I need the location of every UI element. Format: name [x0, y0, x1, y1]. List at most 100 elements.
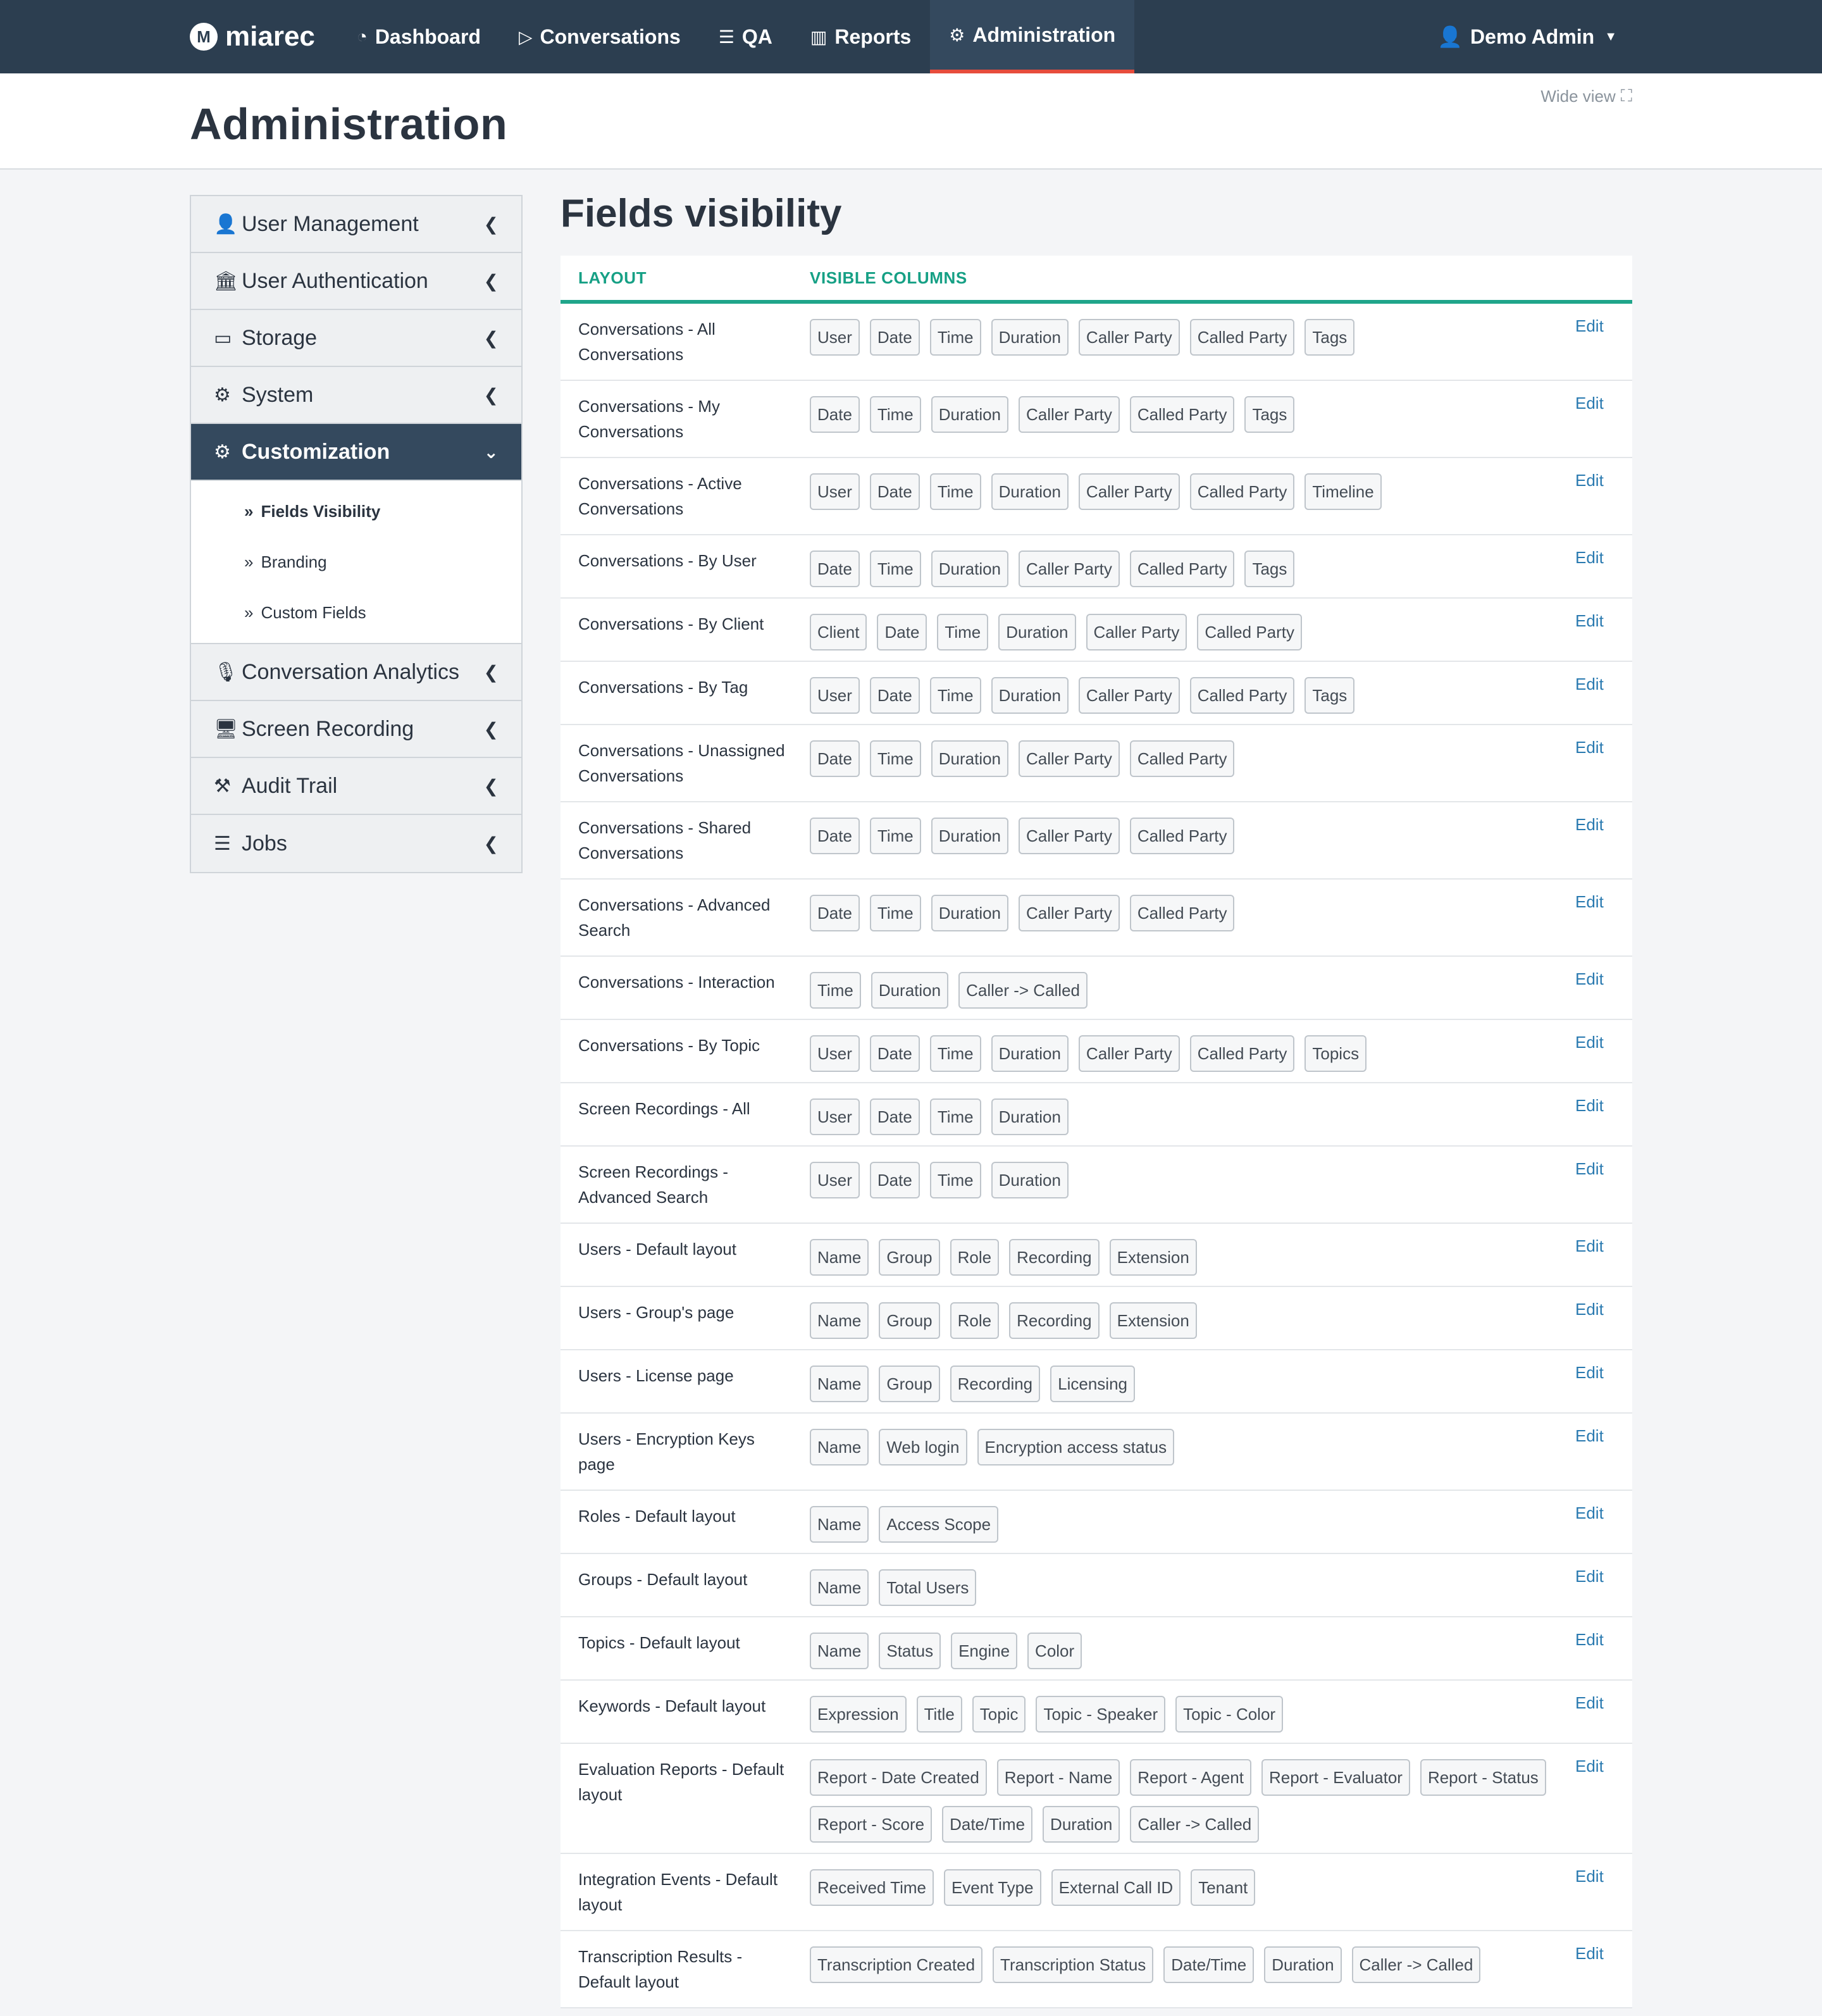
- edit-link[interactable]: Edit: [1575, 725, 1632, 801]
- visible-columns: Name Group Role Recording Extension: [810, 1224, 1575, 1286]
- visible-columns: Client Date Time Duration Caller Party Called…: [810, 599, 1575, 661]
- nav-dashboard[interactable]: ◔ Dashboard: [338, 0, 500, 73]
- edit-link[interactable]: Edit: [1575, 1681, 1632, 1743]
- submenu-branding[interactable]: » Branding: [191, 537, 521, 587]
- user-menu[interactable]: 👤 Demo Admin ▼: [1437, 0, 1632, 73]
- edit-link[interactable]: Edit: [1575, 662, 1632, 724]
- column-tag: Expression: [810, 1696, 907, 1733]
- layout-name: Topics - Default layout: [578, 1633, 740, 1652]
- edit-link[interactable]: Edit: [1575, 599, 1632, 661]
- submenu-label: Custom Fields: [261, 602, 366, 622]
- section-title: Fields visibility: [561, 192, 842, 235]
- edit-link[interactable]: Edit: [1575, 1854, 1632, 1930]
- edit-link[interactable]: Edit: [1575, 535, 1632, 597]
- visible-columns: Date Time Duration Caller Party Called Party: [810, 802, 1575, 878]
- table-row: Conversations - By Topic User Date Time Dura…: [561, 1020, 1632, 1083]
- sidebar-item-label: User Management: [242, 211, 419, 236]
- edit-link[interactable]: Edit: [1575, 1554, 1632, 1616]
- chevron-left-icon: ❮: [483, 662, 499, 682]
- chevron-down-icon: ⌄: [483, 442, 499, 462]
- column-tag: Time: [929, 1098, 981, 1135]
- monitor-icon: 🖥: [214, 718, 239, 740]
- brand-logo[interactable]: M miarec: [190, 0, 315, 73]
- nav-administration[interactable]: ⚙ Administration: [930, 0, 1135, 73]
- visible-columns: Transcription Created Transcription Statu…: [810, 1931, 1575, 2007]
- expand-icon: ⛶: [1620, 86, 1632, 105]
- edit-link[interactable]: Edit: [1575, 1287, 1632, 1349]
- edit-link[interactable]: Edit: [1575, 1414, 1632, 1490]
- layout-name: Conversations - All Conversations: [578, 320, 716, 364]
- layout-name: Groups - Default layout: [578, 1570, 748, 1589]
- column-tag: User: [810, 319, 860, 356]
- edit-link[interactable]: Edit: [1575, 1224, 1632, 1286]
- submenu-custom-fields[interactable]: » Custom Fields: [191, 587, 521, 638]
- sidebar-item-screen-recording[interactable]: 🖥 Screen Recording ❮: [191, 701, 521, 758]
- column-tag: Name: [810, 1239, 869, 1276]
- column-tag: Date: [869, 1098, 920, 1135]
- sidebar-item-audit-trail[interactable]: ⚒ Audit Trail ❮: [191, 758, 521, 815]
- column-tag: Time: [810, 972, 861, 1009]
- nav-qa[interactable]: ☰ QA: [700, 0, 791, 73]
- column-tag: Name: [810, 1366, 869, 1402]
- table-row: Conversations - Unassigned Conversations…: [561, 725, 1632, 802]
- edit-link[interactable]: Edit: [1575, 458, 1632, 534]
- column-tag: Transcription Created: [810, 1946, 983, 1983]
- edit-link[interactable]: Edit: [1575, 1744, 1632, 1853]
- sidebar-item-label: Screen Recording: [242, 716, 414, 741]
- edit-link[interactable]: Edit: [1575, 1617, 1632, 1679]
- edit-link[interactable]: Edit: [1575, 381, 1632, 457]
- edit-link[interactable]: Edit: [1575, 957, 1632, 1019]
- sidebar-item-jobs[interactable]: ☰ Jobs ❮: [191, 815, 521, 872]
- layout-name: Conversations - Shared Conversations: [578, 818, 752, 862]
- edit-link[interactable]: Edit: [1575, 304, 1632, 380]
- edit-link[interactable]: Edit: [1575, 1083, 1632, 1145]
- edit-link[interactable]: Edit: [1575, 880, 1632, 955]
- nav-conversations[interactable]: ▷ Conversations: [500, 0, 700, 73]
- edit-link[interactable]: Edit: [1575, 1147, 1632, 1223]
- edit-link[interactable]: Edit: [1575, 1350, 1632, 1412]
- customization-submenu: » Fields Visibility » Branding » Custom …: [191, 481, 521, 644]
- column-tag: Caller Party: [1078, 319, 1180, 356]
- admin-sidebar: 👤 User Management ❮ 🏛 User Authenticatio…: [190, 195, 523, 873]
- column-tag: Extension: [1109, 1302, 1197, 1339]
- column-tag: Time: [869, 818, 921, 854]
- visible-columns: User Date Time Duration: [810, 1147, 1575, 1223]
- edit-link[interactable]: Edit: [1575, 1020, 1632, 1082]
- column-tag: Time: [929, 1162, 981, 1198]
- sidebar-item-storage[interactable]: ▭ Storage ❮: [191, 310, 521, 367]
- sidebar-item-user-authentication[interactable]: 🏛 User Authentication ❮: [191, 253, 521, 310]
- edit-link[interactable]: Edit: [1575, 802, 1632, 878]
- column-tag: Duration: [931, 396, 1009, 433]
- column-tag: Name: [810, 1633, 869, 1669]
- sidebar-item-user-management[interactable]: 👤 User Management ❮: [191, 196, 521, 253]
- sidebar-item-label: Conversation Analytics: [242, 659, 459, 684]
- column-tag: Group: [879, 1239, 940, 1276]
- column-tag: Called Party: [1129, 551, 1235, 587]
- visible-columns: Name Web login Encryption access status: [810, 1414, 1575, 1490]
- wide-view-toggle[interactable]: Wide view ⛶: [1540, 86, 1632, 106]
- sidebar-item-system[interactable]: ⚙ System ❮: [191, 367, 521, 424]
- column-tag: Date/Time: [1163, 1946, 1255, 1983]
- column-tag: Tags: [1244, 396, 1295, 433]
- column-tag: Report - Evaluator: [1261, 1759, 1410, 1796]
- table-row: Conversations - By Tag User Date Time Durati…: [561, 662, 1632, 725]
- nav-reports[interactable]: ▥ Reports: [791, 0, 930, 73]
- table-row: Topics - Default layout Name Status Engine C…: [561, 1617, 1632, 1681]
- edit-link[interactable]: Edit: [1575, 1491, 1632, 1553]
- bar-chart-icon: ▥: [810, 27, 827, 47]
- submenu-fields-visibility[interactable]: » Fields Visibility: [191, 486, 521, 537]
- column-tag: Duration: [991, 1035, 1069, 1072]
- column-tag: Report - Name: [996, 1759, 1120, 1796]
- column-tag: Topic - Color: [1175, 1696, 1284, 1733]
- visible-columns: Date Time Duration Caller Party Called Party…: [810, 381, 1575, 457]
- column-tag: Called Party: [1129, 740, 1235, 777]
- sidebar-item-conversation-analytics[interactable]: 🎙 Conversation Analytics ❮: [191, 644, 521, 701]
- user-icon: 👤: [214, 213, 238, 235]
- sidebar-item-customization[interactable]: ⚙ Customization ⌄: [191, 424, 521, 481]
- column-tag: Time: [937, 614, 989, 650]
- visible-columns: Date Time Duration Caller Party Called Party: [810, 725, 1575, 801]
- edit-link[interactable]: Edit: [1575, 1931, 1632, 2007]
- column-tag: Date: [869, 677, 920, 714]
- column-tag: Web login: [879, 1429, 967, 1465]
- column-tag: Called Party: [1129, 396, 1235, 433]
